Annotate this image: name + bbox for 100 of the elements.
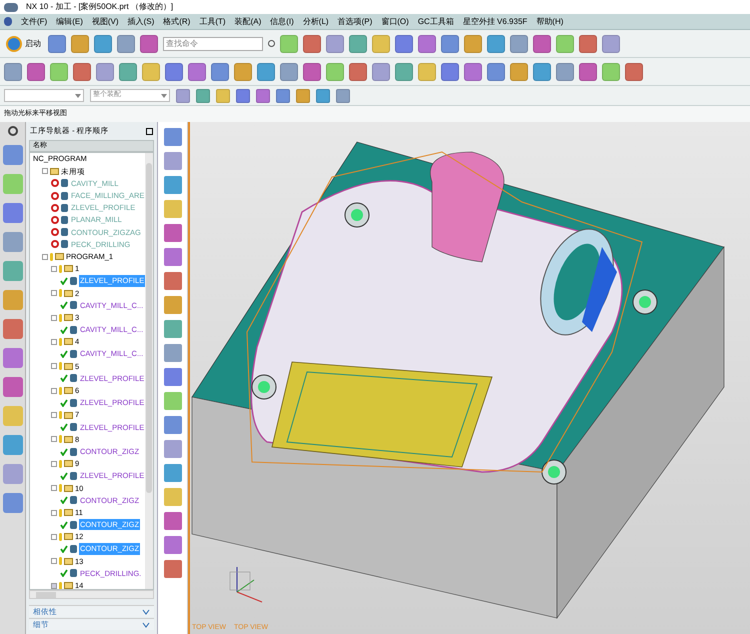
tool-icon[interactable]: [464, 34, 482, 52]
tool-icon[interactable]: [602, 34, 620, 52]
expander-icon[interactable]: [51, 290, 57, 296]
chevron-down-icon[interactable]: [142, 608, 150, 614]
tool-icon[interactable]: [556, 34, 574, 52]
tool-icon[interactable]: [165, 62, 183, 80]
tool-icon[interactable]: [164, 320, 182, 338]
dropdown[interactable]: [4, 89, 84, 102]
tool-icon[interactable]: [176, 88, 190, 102]
tool-icon[interactable]: [236, 88, 250, 102]
tool-icon[interactable]: [27, 62, 45, 80]
tool-icon[interactable]: [211, 62, 229, 80]
tool-icon[interactable]: [276, 88, 290, 102]
tool-icon[interactable]: [142, 62, 160, 80]
menu-item[interactable]: 工具(T): [199, 16, 226, 28]
tool-icon[interactable]: [441, 34, 459, 52]
caret-icon[interactable]: [161, 94, 167, 98]
caret-icon[interactable]: [75, 94, 81, 98]
menu-item[interactable]: 格式(R): [163, 16, 190, 28]
maximize-icon[interactable]: [146, 128, 153, 134]
start-button[interactable]: 启动: [4, 32, 43, 54]
tool-icon[interactable]: [164, 512, 182, 530]
tool-icon[interactable]: [73, 62, 91, 80]
expander-icon[interactable]: [51, 558, 57, 564]
tool-icon[interactable]: [50, 62, 68, 80]
expander-icon[interactable]: [42, 168, 48, 174]
chevron-down-icon[interactable]: [142, 622, 150, 628]
tool-icon[interactable]: [395, 34, 413, 52]
vertical-scrollbar[interactable]: [145, 153, 153, 589]
tool-icon[interactable]: [164, 416, 182, 434]
tool-icon[interactable]: [349, 62, 367, 80]
tool-icon[interactable]: [510, 62, 528, 80]
tool-icon[interactable]: [96, 62, 114, 80]
tool-icon[interactable]: [164, 296, 182, 314]
expander-icon[interactable]: [51, 388, 57, 394]
tool-icon[interactable]: [164, 344, 182, 362]
tool-icon[interactable]: [602, 62, 620, 80]
tool-icon[interactable]: [164, 224, 182, 242]
tool-icon[interactable]: [2, 377, 22, 397]
expander-icon[interactable]: [51, 338, 57, 345]
tool-icon[interactable]: [164, 440, 182, 458]
expander-icon[interactable]: [51, 436, 57, 442]
tool-icon[interactable]: [303, 34, 321, 52]
menu-item[interactable]: GC工具箱: [418, 16, 454, 28]
tool-icon[interactable]: [216, 88, 230, 102]
expander-icon[interactable]: [51, 534, 57, 540]
expander-icon[interactable]: [51, 363, 57, 370]
tool-icon[interactable]: [71, 34, 89, 52]
tool-icon[interactable]: [164, 464, 182, 482]
menu-item[interactable]: 窗口(O): [381, 16, 409, 28]
tool-icon[interactable]: [164, 272, 182, 290]
tool-icon[interactable]: [256, 88, 270, 102]
tool-icon[interactable]: [119, 62, 137, 80]
tool-icon[interactable]: [303, 62, 321, 80]
tool-icon[interactable]: [48, 34, 66, 52]
expander-icon[interactable]: [51, 314, 57, 321]
tool-icon[interactable]: [510, 34, 528, 52]
expander-icon[interactable]: [42, 254, 48, 260]
tool-icon[interactable]: [2, 319, 22, 339]
menu-item[interactable]: 分析(L): [302, 16, 329, 28]
menu-item[interactable]: 帮助(H): [536, 16, 564, 28]
tool-icon[interactable]: [117, 34, 135, 52]
tool-icon[interactable]: [2, 232, 22, 252]
menu-item[interactable]: 视图(V): [92, 16, 119, 28]
menu-icon[interactable]: [4, 17, 12, 26]
tool-icon[interactable]: [579, 34, 597, 52]
tool-icon[interactable]: [164, 248, 182, 266]
tool-icon[interactable]: [349, 34, 367, 52]
search-field[interactable]: 查找命令: [163, 36, 263, 50]
tool-icon[interactable]: [441, 62, 459, 80]
tool-icon[interactable]: [395, 62, 413, 80]
tool-icon[interactable]: [372, 62, 390, 80]
tool-icon[interactable]: [533, 34, 551, 52]
tool-icon[interactable]: [4, 62, 22, 80]
search-icon[interactable]: [268, 40, 275, 47]
menu-item[interactable]: 编辑(E): [56, 16, 83, 28]
tool-icon[interactable]: [418, 34, 436, 52]
tool-icon[interactable]: [326, 34, 344, 52]
tool-icon[interactable]: [487, 34, 505, 52]
tool-icon[interactable]: [326, 62, 344, 80]
menu-item[interactable]: 信息(I): [270, 16, 294, 28]
tool-icon[interactable]: [372, 34, 390, 52]
tool-icon[interactable]: [2, 435, 22, 455]
tool-icon[interactable]: [234, 62, 252, 80]
expander-icon[interactable]: [51, 510, 57, 516]
expander-icon[interactable]: [51, 266, 57, 272]
tool-icon[interactable]: [533, 62, 551, 80]
tool-icon[interactable]: [579, 62, 597, 80]
tool-icon[interactable]: [296, 88, 310, 102]
expander-icon[interactable]: [51, 485, 57, 492]
menu-item[interactable]: 首选项(P): [338, 16, 372, 28]
menu-item[interactable]: 插入(S): [128, 16, 154, 28]
tool-icon[interactable]: [164, 368, 182, 386]
tool-icon[interactable]: [2, 261, 22, 281]
expander-icon[interactable]: [51, 412, 57, 418]
tool-icon[interactable]: [487, 62, 505, 80]
tool-icon[interactable]: [2, 145, 22, 165]
tool-icon[interactable]: [257, 62, 275, 80]
tool-icon[interactable]: [164, 128, 182, 146]
tool-icon[interactable]: [418, 62, 436, 80]
